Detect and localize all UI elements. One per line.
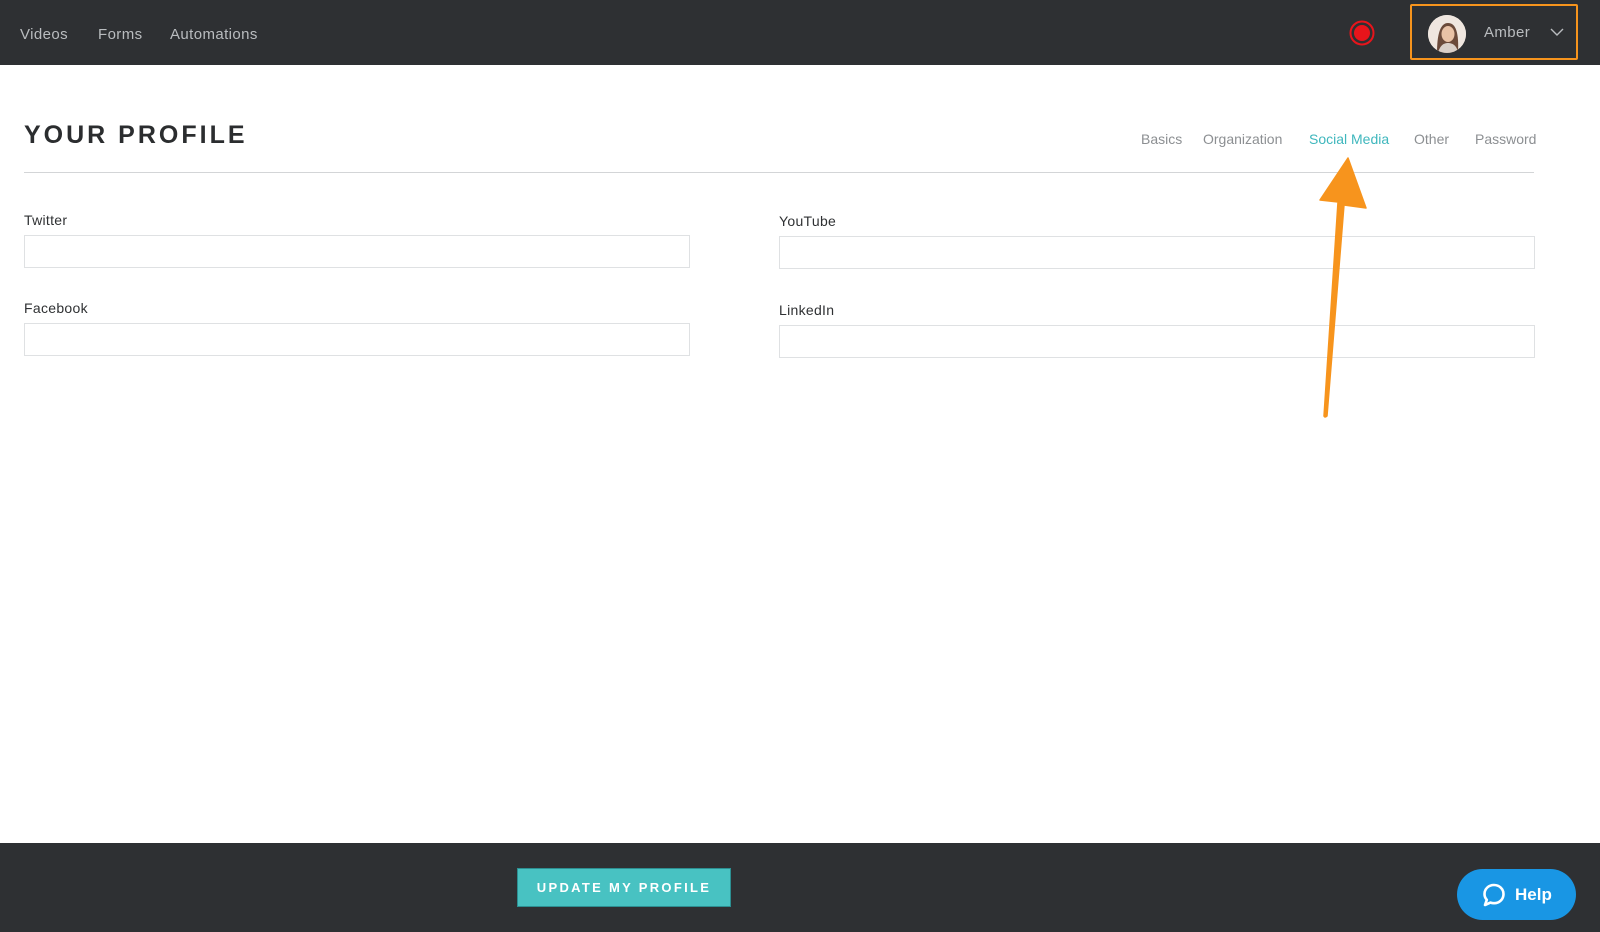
- nav-link-forms[interactable]: Forms: [98, 26, 143, 43]
- youtube-label: YouTube: [779, 213, 837, 229]
- avatar: [1428, 15, 1466, 53]
- youtube-input[interactable]: [779, 236, 1535, 269]
- tab-other[interactable]: Other: [1414, 131, 1449, 147]
- twitter-label: Twitter: [24, 212, 68, 228]
- facebook-label: Facebook: [24, 300, 88, 316]
- annotation-arrow: [1319, 157, 1367, 418]
- help-label: Help: [1515, 885, 1552, 904]
- top-nav-bar: Videos Forms Automations Amber: [0, 0, 1600, 65]
- linkedin-label: LinkedIn: [779, 302, 835, 318]
- user-name: Amber: [1484, 24, 1531, 41]
- footer-bar: [0, 843, 1600, 932]
- linkedin-input[interactable]: [779, 325, 1535, 358]
- tab-basics[interactable]: Basics: [1141, 131, 1182, 147]
- help-button[interactable]: Help: [1457, 869, 1576, 920]
- page-title: YOUR PROFILE: [24, 121, 248, 149]
- record-icon[interactable]: [1349, 20, 1375, 46]
- help-chat-icon: [1483, 883, 1505, 907]
- tab-organization[interactable]: Organization: [1203, 131, 1282, 147]
- user-menu[interactable]: Amber: [1410, 4, 1578, 60]
- update-profile-button[interactable]: UPDATE MY PROFILE: [517, 868, 731, 907]
- nav-link-automations[interactable]: Automations: [170, 26, 258, 43]
- chevron-down-icon: [1550, 28, 1564, 36]
- facebook-input[interactable]: [24, 323, 690, 356]
- twitter-input[interactable]: [24, 235, 690, 268]
- nav-link-videos[interactable]: Videos: [20, 26, 68, 43]
- tab-social-media[interactable]: Social Media: [1309, 131, 1389, 147]
- tab-password[interactable]: Password: [1475, 131, 1536, 147]
- header-divider: [24, 172, 1534, 173]
